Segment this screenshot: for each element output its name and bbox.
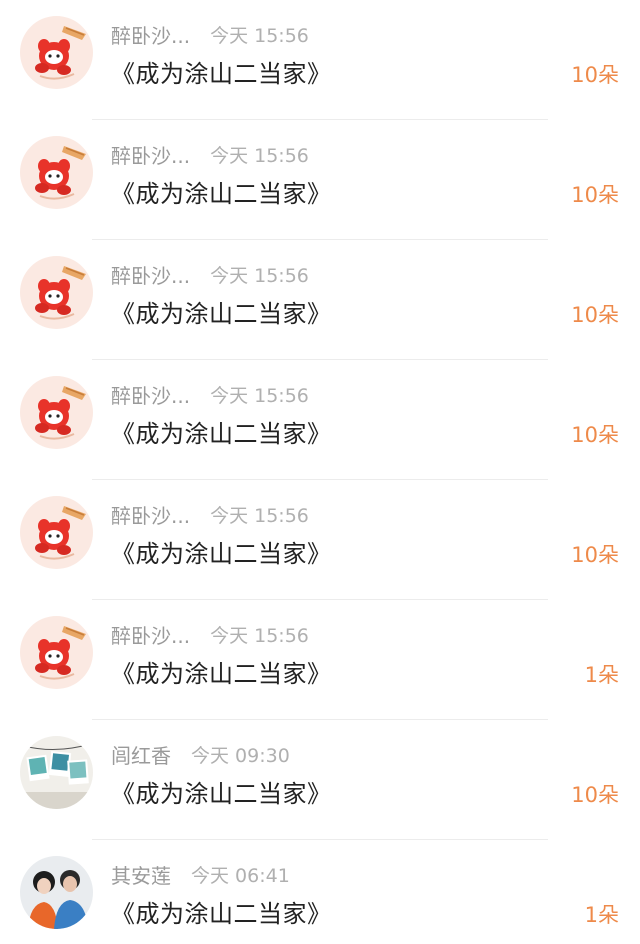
user-name[interactable]: 醉卧沙...: [111, 500, 190, 529]
timestamp: 今天 15:56: [210, 504, 309, 527]
timestamp: 今天 15:56: [210, 624, 309, 647]
red-mascot-avatar-icon[interactable]: [20, 256, 93, 329]
item-meta: 醉卧沙... 今天 15:56: [111, 620, 309, 648]
user-name[interactable]: 闾红香: [111, 740, 171, 769]
flower-count: 1朵: [584, 663, 619, 687]
flower-count: 10朵: [571, 783, 619, 807]
red-mascot-avatar-icon[interactable]: [20, 136, 93, 209]
user-name[interactable]: 醉卧沙...: [111, 260, 190, 289]
flower-count: 10朵: [571, 183, 619, 207]
red-mascot-avatar-icon[interactable]: [20, 376, 93, 449]
flower-count: 10朵: [571, 63, 619, 87]
flower-count: 10朵: [571, 543, 619, 567]
list-item[interactable]: 醉卧沙... 今天 15:56 《成为涂山二当家》 10朵: [0, 360, 640, 480]
gift-record-list: 醉卧沙... 今天 15:56 《成为涂山二当家》 10朵 醉卧沙... 今天 …: [0, 0, 640, 944]
list-item[interactable]: 醉卧沙... 今天 15:56 《成为涂山二当家》 10朵: [0, 0, 640, 120]
book-title: 《成为涂山二当家》: [111, 660, 332, 688]
item-meta: 醉卧沙... 今天 15:56: [111, 500, 309, 528]
item-meta: 醉卧沙... 今天 15:56: [111, 260, 309, 288]
user-name[interactable]: 其安莲: [111, 860, 171, 889]
item-meta: 醉卧沙... 今天 15:56: [111, 140, 309, 168]
timestamp: 今天 06:41: [191, 864, 290, 887]
list-item[interactable]: 醉卧沙... 今天 15:56 《成为涂山二当家》 10朵: [0, 480, 640, 600]
book-title: 《成为涂山二当家》: [111, 420, 332, 448]
book-title: 《成为涂山二当家》: [111, 900, 332, 928]
list-item[interactable]: 醉卧沙... 今天 15:56 《成为涂山二当家》 1朵: [0, 600, 640, 720]
list-item[interactable]: 闾红香 今天 09:30 《成为涂山二当家》 10朵: [0, 720, 640, 840]
list-item[interactable]: 其安莲 今天 06:41 《成为涂山二当家》 1朵: [0, 840, 640, 944]
item-meta: 醉卧沙... 今天 15:56: [111, 20, 309, 48]
book-title: 《成为涂山二当家》: [111, 300, 332, 328]
user-name[interactable]: 醉卧沙...: [111, 20, 190, 49]
red-mascot-avatar-icon[interactable]: [20, 616, 93, 689]
flower-count: 10朵: [571, 423, 619, 447]
user-name[interactable]: 醉卧沙...: [111, 620, 190, 649]
red-mascot-avatar-icon[interactable]: [20, 16, 93, 89]
item-meta: 其安莲 今天 06:41: [111, 860, 290, 888]
book-title: 《成为涂山二当家》: [111, 60, 332, 88]
timestamp: 今天 15:56: [210, 384, 309, 407]
book-title: 《成为涂山二当家》: [111, 780, 332, 808]
timestamp: 今天 15:56: [210, 24, 309, 47]
photos-avatar-icon[interactable]: [20, 736, 93, 809]
timestamp: 今天 15:56: [210, 264, 309, 287]
item-meta: 醉卧沙... 今天 15:56: [111, 380, 309, 408]
list-item[interactable]: 醉卧沙... 今天 15:56 《成为涂山二当家》 10朵: [0, 240, 640, 360]
red-mascot-avatar-icon[interactable]: [20, 496, 93, 569]
timestamp: 今天 09:30: [191, 744, 290, 767]
list-item[interactable]: 醉卧沙... 今天 15:56 《成为涂山二当家》 10朵: [0, 120, 640, 240]
couple-avatar-icon[interactable]: [20, 856, 93, 929]
flower-count: 10朵: [571, 303, 619, 327]
user-name[interactable]: 醉卧沙...: [111, 380, 190, 409]
user-name[interactable]: 醉卧沙...: [111, 140, 190, 169]
timestamp: 今天 15:56: [210, 144, 309, 167]
flower-count: 1朵: [584, 903, 619, 927]
book-title: 《成为涂山二当家》: [111, 180, 332, 208]
book-title: 《成为涂山二当家》: [111, 540, 332, 568]
item-meta: 闾红香 今天 09:30: [111, 740, 290, 768]
